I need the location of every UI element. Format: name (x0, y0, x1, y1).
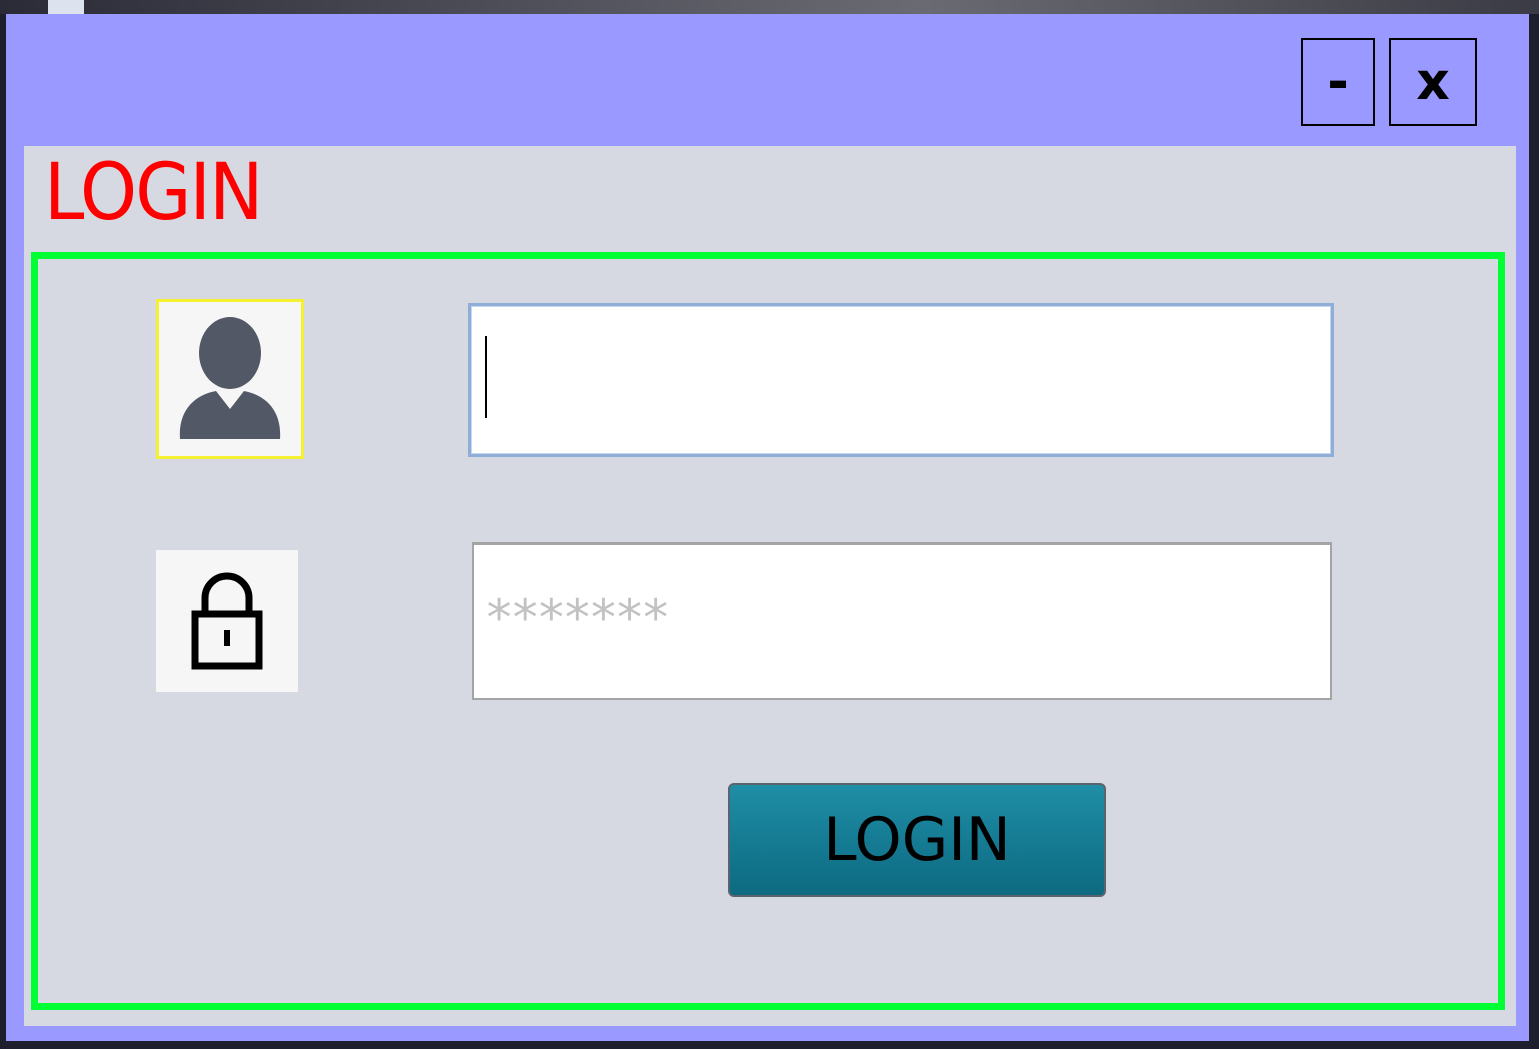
login-button[interactable]: LOGIN (728, 783, 1106, 897)
password-input[interactable]: ******* (472, 542, 1332, 700)
desktop-background (0, 0, 1539, 14)
login-form: ******* LOGIN (31, 252, 1505, 1010)
page-title: LOGIN (44, 148, 263, 238)
close-button[interactable]: x (1389, 38, 1477, 126)
username-input[interactable] (468, 303, 1334, 457)
login-window: - x LOGIN ******* LOGIN (6, 14, 1529, 1041)
window-controls: - x (1301, 38, 1477, 126)
user-icon (156, 299, 304, 459)
password-mask: ******* (484, 589, 671, 647)
content-panel: LOGIN ******* LOGIN (24, 146, 1516, 1026)
lock-icon (156, 550, 298, 692)
text-cursor (485, 336, 487, 418)
minimize-button[interactable]: - (1301, 38, 1375, 126)
